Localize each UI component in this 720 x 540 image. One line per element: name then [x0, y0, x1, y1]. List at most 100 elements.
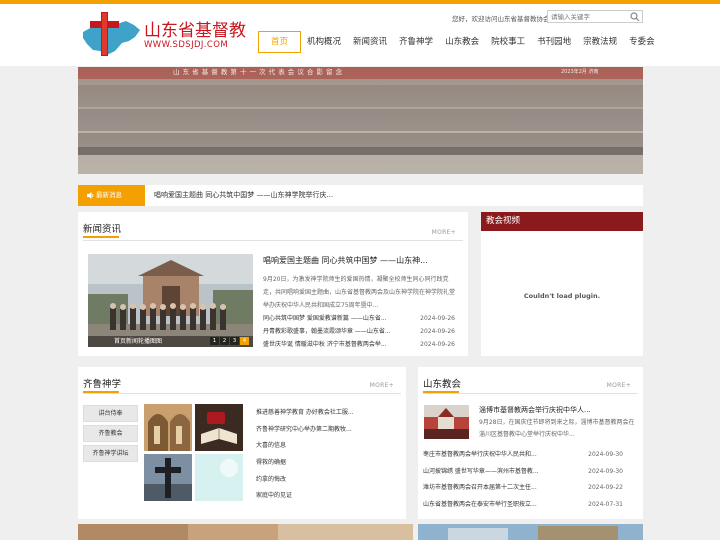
video-plugin-message[interactable]: Couldn't load plugin. — [481, 292, 643, 300]
qilu-list-item[interactable]: 家庭中的见证 — [256, 488, 406, 505]
search-icon[interactable] — [630, 12, 640, 22]
qilu-list-item[interactable]: 得救的确据 — [256, 455, 406, 472]
news-carousel-photo[interactable]: 首页新闻轮播图图 1234 — [88, 254, 253, 347]
bible-reading-image — [195, 404, 243, 451]
qilu-thumb-light[interactable] — [195, 454, 243, 501]
news-more-link[interactable]: MORE+ — [432, 229, 456, 236]
site-logo[interactable]: 山东省基督教 WWW.SDSJDJ.COM — [80, 10, 246, 60]
church-list-item[interactable]: 山河披锦绣 盛世写华章——滨州市基督教... 2024-09-30 — [423, 464, 623, 481]
qilu-divider — [83, 393, 401, 394]
news-item-title: 盛世庆华诞 情暖滋中秋 济宁市基督教两会举... — [263, 341, 387, 348]
logo-url: WWW.SDSJDJ.COM — [144, 40, 229, 50]
search-input[interactable] — [548, 11, 628, 22]
qilu-thumb-bible[interactable] — [195, 404, 243, 451]
cross-sky-image — [144, 454, 192, 501]
speaker-icon — [87, 192, 94, 199]
ticker-badge: 最新消息 — [78, 185, 145, 206]
carousel-page-3[interactable]: 3 — [230, 337, 239, 345]
church-feature-photo[interactable] — [424, 405, 469, 439]
qilu-article-list: 推进慈善神学教育 办好教会社工服... 齐鲁神学研究中心举办第二期教牧... 大喜的… — [256, 405, 406, 505]
carousel-page-4[interactable]: 4 — [240, 337, 249, 345]
cross-shandong-logo-icon — [83, 12, 140, 56]
news-item-date: 2024-09-26 — [420, 341, 455, 348]
nav-item-2[interactable]: 新闻资讯 — [347, 28, 393, 56]
search-box — [547, 10, 643, 23]
news-list-item[interactable]: 同心共筑中国梦 爱国爱教谱新篇 ——山东省... 2024-09-26 — [263, 312, 455, 325]
group-photo-image — [78, 67, 643, 174]
logo-name: 山东省基督教 — [144, 21, 246, 41]
video-panel-title: 教会视频 — [481, 212, 643, 231]
news-item-title: 丹青教彩歌盛事，翰墨流霞颂华章 ——山东省... — [263, 328, 391, 335]
church-summary: 9月28日，在国庆佳节即将到来之际，淄博市基督教两会在淄川区基督教中心堂举行庆祝… — [479, 419, 635, 438]
church-item-title: 山河披锦绣 盛世写华章——滨州市基督教... — [423, 467, 539, 475]
qilu-more-link[interactable]: MORE+ — [370, 382, 394, 389]
welcome-text: 您好，欢迎访问山东省基督教协会！ — [452, 15, 556, 23]
nav-item-3[interactable]: 齐鲁神学 — [393, 28, 439, 56]
news-item-title: 同心共筑中国梦 爱国爱教谱新篇 ——山东省... — [263, 315, 387, 322]
qilu-thumb-cross[interactable] — [144, 454, 192, 501]
church-headline-link[interactable]: 淄博市基督教两会举行庆祝中华人... — [479, 405, 591, 415]
church-building-image — [88, 254, 253, 347]
church-item-date: 2024-09-22 — [588, 484, 623, 492]
ticker-badge-label: 最新消息 — [96, 191, 122, 199]
nav-item-7[interactable]: 宗教法规 — [577, 28, 623, 56]
nav-item-5[interactable]: 院校事工 — [485, 28, 531, 56]
church-event-image — [424, 405, 469, 439]
news-ticker: 最新消息 唱响爱国主题曲 同心共筑中国梦 ——山东神学院举行庆... — [78, 185, 643, 206]
church-divider — [423, 393, 638, 394]
qilu-category-button-2[interactable]: 齐鲁神学讲坛 — [83, 445, 138, 462]
video-panel: 教会视频 Couldn't load plugin. — [481, 212, 643, 356]
church-list-item[interactable]: 潍坊市基督教两会召开本届第十二次主任... 2024-09-22 — [423, 480, 623, 497]
qilu-category-button-1[interactable]: 齐鲁教会 — [83, 425, 138, 442]
bottom-banner-right[interactable] — [418, 524, 643, 540]
church-item-title: 山东省基督教两会在泰安市举行圣职按立... — [423, 501, 537, 509]
church-item-date: 2024-09-30 — [588, 467, 623, 475]
nav-item-0[interactable]: 首页 — [258, 31, 302, 53]
light-aqua-image — [195, 454, 243, 501]
qilu-panel: 齐鲁神学 MORE+ 讲台侍奉 齐鲁教会 齐鲁神学讲坛 推进慈善神学教育 办好教… — [78, 367, 406, 519]
news-list-item[interactable]: 丹青教彩歌盛事，翰墨流霞颂华章 ——山东省... 2024-09-26 — [263, 325, 455, 338]
church-more-link[interactable]: MORE+ — [607, 382, 631, 389]
qilu-panel-title: 齐鲁神学 — [83, 376, 121, 393]
banner-caption: 山 东 省 基 督 教 第 十 一 次 代 表 会 议 合 影 留 念 — [173, 68, 343, 76]
bottom-banner-right-image — [418, 524, 643, 540]
nav-item-8[interactable]: 专委会 — [623, 28, 661, 56]
news-summary: 9月20日，为激发神学院师生的爱国热情，凝聚全校师生同心同行践党走，共同唱响爱国… — [263, 276, 456, 309]
church-item-date: 2024-07-31 — [588, 501, 623, 509]
main-nav: 首页 机构概况 新闻资讯 齐鲁神学 山东教会 院校事工 书刊园地 宗教法规 专委会 — [258, 28, 661, 56]
nav-item-6[interactable]: 书刊园地 — [531, 28, 577, 56]
news-list: 同心共筑中国梦 爱国爱教谱新篇 ——山东省... 2024-09-26 丹青教彩歌盛… — [263, 312, 455, 351]
banner-group-photo[interactable]: 山 东 省 基 督 教 第 十 一 次 代 表 会 议 合 影 留 念 2023… — [78, 67, 643, 174]
church-item-title: 枣庄市基督教两会举行庆祝中华人民共和... — [423, 451, 537, 458]
church-panel: 山东教会 MORE+ 淄博市基督教两会举行庆祝中华人... 9月28日，在国庆佳… — [418, 367, 643, 519]
nav-item-4[interactable]: 山东教会 — [439, 28, 485, 56]
church-list-item[interactable]: 山东省基督教两会在泰安市举行圣职按立... 2024-07-31 — [423, 497, 623, 514]
carousel-pager: 1234 — [209, 337, 249, 345]
qilu-list-item[interactable]: 约拿的悔改 — [256, 472, 406, 489]
church-item-title: 潍坊市基督教两会召开本届第十二次主任... — [423, 484, 537, 492]
qilu-list-item[interactable]: 大喜的信息 — [256, 438, 406, 455]
carousel-page-2[interactable]: 2 — [220, 337, 229, 345]
news-headline-link[interactable]: 唱响爱国主题曲 同心共筑中国梦 ——山东神... — [263, 255, 428, 266]
news-divider — [83, 240, 463, 241]
nav-item-1[interactable]: 机构概况 — [301, 28, 347, 56]
news-item-date: 2024-09-26 — [420, 315, 455, 322]
news-panel: 新闻资讯 MORE+ 首页新闻轮播图图 1 2 3 4 唱响爱国主题曲 同心共筑… — [78, 212, 468, 356]
news-list-item[interactable]: 盛世庆华诞 情暖滋中秋 济宁市基督教两会举... 2024-09-26 — [263, 338, 455, 351]
church-panel-title: 山东教会 — [423, 376, 461, 393]
bottom-banner-left-image — [78, 524, 413, 540]
qilu-list-item[interactable]: 推进慈善神学教育 办好教会社工服... — [256, 405, 406, 422]
site-header: 山东省基督教 WWW.SDSJDJ.COM 您好，欢迎访问山东省基督教协会！ 首… — [0, 4, 720, 66]
qilu-thumb-gothic[interactable] — [144, 404, 192, 451]
news-item-date: 2024-09-26 — [420, 328, 455, 335]
church-item-date: 2024-09-30 — [588, 451, 623, 458]
qilu-list-item[interactable]: 齐鲁神学研究中心举办第二期教牧... — [256, 422, 406, 439]
ticker-headline-link[interactable]: 唱响爱国主题曲 同心共筑中国梦 ——山东神学院举行庆... — [154, 185, 333, 206]
church-article-list: 枣庄市基督教两会举行庆祝中华人民共和... 2024-09-30 山河披锦绣 盛世写… — [423, 447, 623, 514]
qilu-category-button-0[interactable]: 讲台侍奉 — [83, 405, 138, 422]
church-list-item[interactable]: 枣庄市基督教两会举行庆祝中华人民共和... 2024-09-30 — [423, 447, 623, 464]
gothic-interior-image — [144, 404, 192, 451]
bottom-banner-left[interactable] — [78, 524, 413, 540]
carousel-page-1[interactable]: 1 — [210, 337, 219, 345]
banner-date: 2023年2月 济南 — [561, 69, 599, 75]
